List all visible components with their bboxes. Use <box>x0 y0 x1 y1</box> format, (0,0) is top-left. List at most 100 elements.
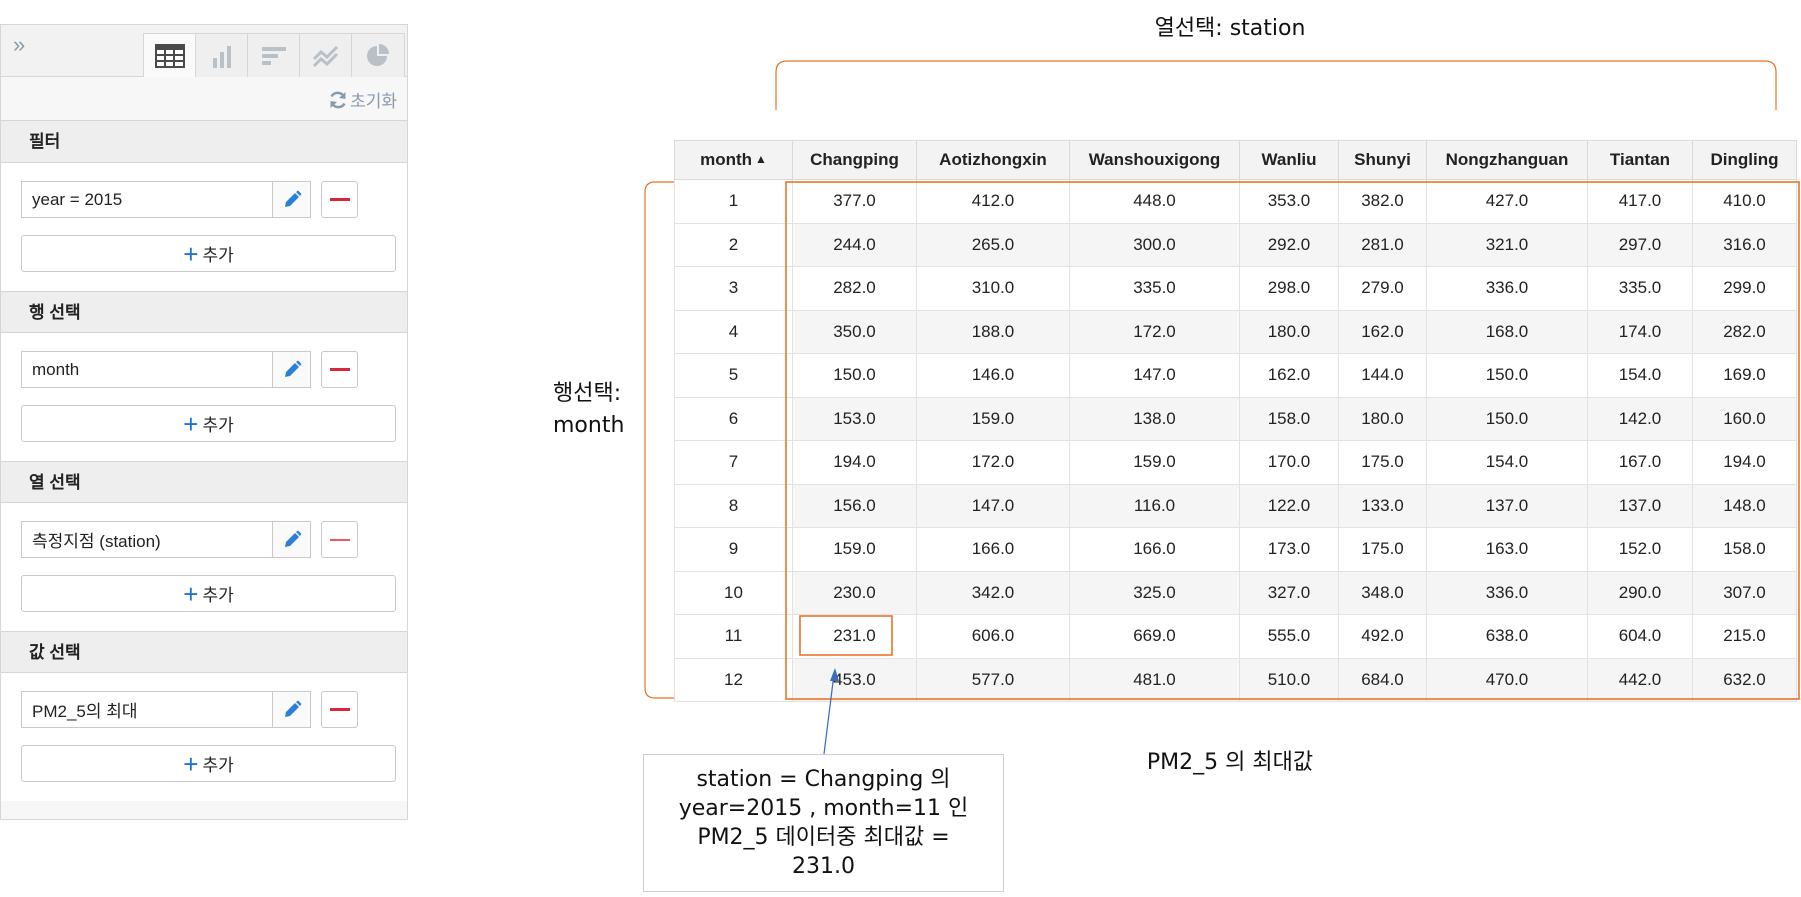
double-chevron-right-icon[interactable]: » <box>13 34 25 56</box>
row-header-cell: 8 <box>674 483 793 528</box>
pie-chart-icon[interactable] <box>352 34 404 77</box>
table-cell: 231.0 <box>792 614 917 659</box>
row-header-cell: 5 <box>674 353 793 398</box>
remove-row-button[interactable] <box>321 351 358 388</box>
add-value-button[interactable]: + 추가 <box>21 745 396 782</box>
pencil-icon[interactable] <box>272 352 310 387</box>
horizontal-bar-icon[interactable] <box>248 34 300 77</box>
reset-label: 초기화 <box>350 92 397 111</box>
table-cell: 321.0 <box>1426 222 1588 267</box>
table-cell: 307.0 <box>1692 570 1797 615</box>
table-cell: 175.0 <box>1338 527 1427 572</box>
pivot-config-panel: » 초기화 필터 year = 2015 + 추가 행 선택 month + 추… <box>0 24 408 820</box>
table-icon[interactable] <box>144 34 196 77</box>
refresh-icon <box>330 91 346 108</box>
plus-icon: + <box>183 238 199 269</box>
add-column-label: 추가 <box>202 586 234 605</box>
callout-line4: 231.0 <box>792 854 855 879</box>
table-cell: 298.0 <box>1239 266 1339 311</box>
table-cell: 290.0 <box>1587 570 1693 615</box>
column-header-wanliu[interactable]: Wanliu <box>1239 140 1339 180</box>
column-header-month[interactable]: month ▲ <box>674 140 793 180</box>
filter-section: year = 2015 + 추가 <box>1 163 407 291</box>
table-row: 11 231.0 606.0 669.0 555.0 492.0 638.0 604.0 215… <box>674 614 1797 659</box>
table-cell: 153.0 <box>792 396 917 441</box>
row-section-title: 행 선택 <box>1 291 407 333</box>
table-cell: 299.0 <box>1692 266 1797 311</box>
header-row: month ▲ Changping Aotizhongxin Wanshouxig… <box>674 140 1797 180</box>
table-cell: 194.0 <box>792 440 917 485</box>
table-cell: 159.0 <box>1069 440 1240 485</box>
table-row: 12 453.0 577.0 481.0 510.0 684.0 470.0 442.0 632… <box>674 657 1797 702</box>
table-cell: 162.0 <box>1239 353 1339 398</box>
table-cell: 492.0 <box>1338 614 1427 659</box>
table-cell: 156.0 <box>792 483 917 528</box>
table-row: 9 159.0 166.0 166.0 173.0 175.0 163.0 152.0 158.… <box>674 527 1797 572</box>
pencil-icon[interactable] <box>272 182 310 217</box>
table-cell: 282.0 <box>792 266 917 311</box>
add-column-button[interactable]: + 추가 <box>21 575 396 612</box>
column-header-wanshouxigong[interactable]: Wanshouxigong <box>1069 140 1240 180</box>
filter-field-value: year = 2015 <box>32 189 123 209</box>
reset-row: 초기화 <box>1 77 407 121</box>
pencil-icon[interactable] <box>272 522 310 557</box>
table-cell: 604.0 <box>1587 614 1693 659</box>
callout-line3: PM2_5 데이터중 최대값 = <box>697 825 950 850</box>
table-row: 7 194.0 172.0 159.0 170.0 175.0 154.0 167.0 194.… <box>674 440 1797 485</box>
table-cell: 327.0 <box>1239 570 1339 615</box>
plus-icon: + <box>183 748 199 779</box>
table-cell: 148.0 <box>1692 483 1797 528</box>
bar-chart-icon[interactable] <box>196 34 248 77</box>
table-cell: 159.0 <box>916 396 1070 441</box>
value-field[interactable]: PM2_5의 최대 <box>21 691 311 728</box>
value-section-title: 값 선택 <box>1 631 407 673</box>
table-cell: 146.0 <box>916 353 1070 398</box>
table-cell: 166.0 <box>1069 527 1240 572</box>
callout-line2: year=2015 , month=11 인 <box>678 796 969 821</box>
minus-icon <box>329 368 350 371</box>
table-cell: 215.0 <box>1692 614 1797 659</box>
column-section: 측정지점 (station) + 추가 <box>1 503 407 631</box>
remove-filter-button[interactable] <box>321 181 358 218</box>
table-cell: 172.0 <box>1069 309 1240 354</box>
add-filter-button[interactable]: + 추가 <box>21 235 396 272</box>
column-header-aotizhongxin[interactable]: Aotizhongxin <box>916 140 1070 180</box>
table-row: 5 150.0 146.0 147.0 162.0 144.0 150.0 154.0 169.… <box>674 353 1797 398</box>
row-header-cell: 9 <box>674 527 793 572</box>
table-cell: 353.0 <box>1239 179 1339 224</box>
table-cell: 282.0 <box>1692 309 1797 354</box>
table-cell: 470.0 <box>1426 657 1588 702</box>
table-cell: 382.0 <box>1338 179 1427 224</box>
column-header-shunyi[interactable]: Shunyi <box>1338 140 1427 180</box>
minus-icon <box>329 538 350 541</box>
table-cell: 230.0 <box>792 570 917 615</box>
table-row: 2 244.0 265.0 300.0 292.0 281.0 321.0 297.0 316.… <box>674 222 1797 267</box>
table-body: 1 377.0 412.0 448.0 353.0 382.0 427.0 417.0 410.… <box>674 179 1797 702</box>
column-section-title: 열 선택 <box>1 461 407 503</box>
table-cell: 606.0 <box>916 614 1070 659</box>
table-cell: 172.0 <box>916 440 1070 485</box>
column-header-tiantan[interactable]: Tiantan <box>1587 140 1693 180</box>
add-row-button[interactable]: + 추가 <box>21 405 396 442</box>
column-selection-annotation: 열선택: station <box>1154 16 1306 41</box>
column-field[interactable]: 측정지점 (station) <box>21 521 311 558</box>
filter-section-title: 필터 <box>1 121 407 163</box>
remove-column-button[interactable] <box>321 521 358 558</box>
remove-value-button[interactable] <box>321 691 358 728</box>
value-field-value: PM2_5의 최대 <box>32 702 138 721</box>
line-chart-icon[interactable] <box>300 34 352 77</box>
table-cell: 188.0 <box>916 309 1070 354</box>
filter-field[interactable]: year = 2015 <box>21 181 311 218</box>
pencil-icon[interactable] <box>272 692 310 727</box>
table-cell: 412.0 <box>916 179 1070 224</box>
column-header-nongzhanguan[interactable]: Nongzhanguan <box>1426 140 1588 180</box>
table-cell: 137.0 <box>1587 483 1693 528</box>
row-field[interactable]: month <box>21 351 311 388</box>
table-cell: 281.0 <box>1338 222 1427 267</box>
table-cell: 510.0 <box>1239 657 1339 702</box>
table-cell: 577.0 <box>916 657 1070 702</box>
table-cell: 159.0 <box>792 527 917 572</box>
reset-button[interactable]: 초기화 <box>328 87 397 112</box>
column-header-dingling[interactable]: Dingling <box>1692 140 1797 180</box>
column-header-changping[interactable]: Changping <box>792 140 917 180</box>
